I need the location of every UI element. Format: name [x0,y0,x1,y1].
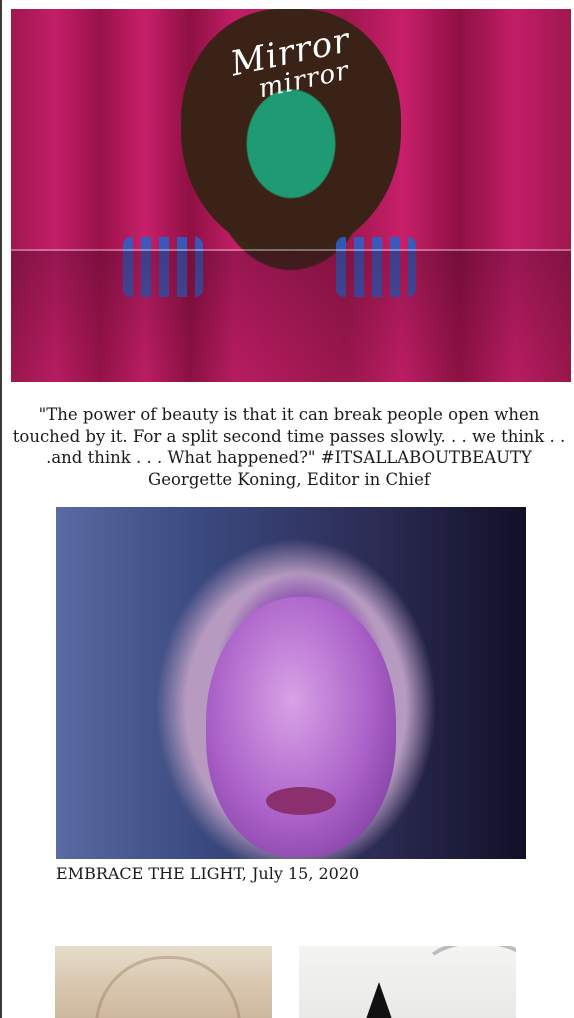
featured-article-image[interactable] [56,507,526,859]
thumbnail-dark-shape [365,982,393,1018]
hero-image-mirror-mirror[interactable]: Mirror mirror [11,9,571,382]
portrait-face [206,597,396,857]
article-thumbnail-1[interactable] [55,946,272,1018]
featured-article-caption[interactable]: EMBRACE THE LIGHT, July 15, 2020 [56,863,359,885]
editor-quote: "The power of beauty is that it can brea… [12,405,566,489]
article-thumbnail-2[interactable] [299,946,516,1018]
portrait-lips [266,787,336,815]
thumbnail-curve-shape [419,946,516,1008]
hero-reflection [11,251,571,382]
page-left-border [0,0,2,1018]
thumbnail-arch-shape [95,956,241,1018]
